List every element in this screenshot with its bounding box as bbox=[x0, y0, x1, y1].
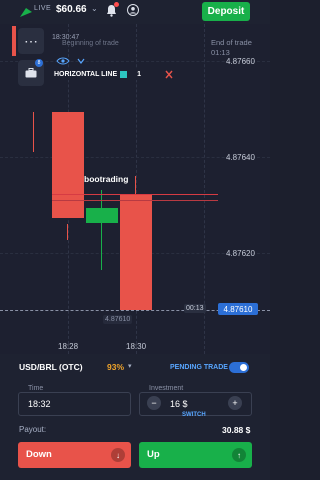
horizontal-line-drawing[interactable] bbox=[52, 200, 218, 201]
switch-currency-button[interactable]: SWITCH bbox=[182, 412, 206, 418]
up-button-label: Up bbox=[147, 449, 160, 460]
price-tick-label: 4.87620 bbox=[226, 249, 255, 258]
end-of-trade-label: End of trade 01:13 bbox=[211, 38, 252, 57]
investment-field-label: Investment bbox=[147, 385, 186, 392]
candle-bullish bbox=[86, 208, 118, 223]
candle-wick bbox=[33, 112, 34, 152]
up-button[interactable]: Up ↑ bbox=[139, 442, 252, 468]
payout-value: 30.88 $ bbox=[222, 425, 251, 435]
countdown-timer: 00:13 bbox=[184, 304, 206, 313]
notification-badge bbox=[114, 2, 119, 7]
time-axis-label: 18:28 bbox=[58, 342, 79, 351]
brand-logo-icon bbox=[20, 8, 32, 17]
price-readout: 4.87610 bbox=[103, 315, 133, 324]
asset-selector[interactable]: USD/BRL (OTC) bbox=[19, 362, 83, 372]
chevron-down-icon[interactable]: ⌄ bbox=[91, 4, 98, 13]
arrow-down-icon: ↓ bbox=[111, 448, 125, 462]
down-button-label: Down bbox=[26, 449, 52, 460]
account-icon[interactable] bbox=[127, 4, 139, 16]
price-tick-label: 4.87660 bbox=[226, 57, 255, 66]
trade-start-label: Beginning of trade bbox=[62, 40, 119, 47]
eye-icon[interactable] bbox=[56, 56, 96, 66]
candle-bearish bbox=[52, 112, 84, 218]
price-tick-label: 4.87640 bbox=[226, 153, 255, 162]
decrease-investment-button[interactable]: − bbox=[147, 396, 161, 410]
horizontal-line-drawing[interactable] bbox=[52, 194, 218, 195]
watermark-text: bootrading bbox=[84, 174, 129, 184]
top-bar: LIVE $60.66 ⌄ Deposit bbox=[0, 0, 270, 24]
price-chart[interactable]: 4.87660 4.87640 4.87620 00:13 4.87610 4.… bbox=[0, 24, 270, 354]
briefcase-icon bbox=[25, 68, 37, 78]
chevron-down-icon[interactable]: ▾ bbox=[128, 362, 132, 370]
time-axis-label: 18:30 bbox=[126, 342, 147, 351]
balance-value[interactable]: $60.66 bbox=[56, 4, 87, 15]
account-mode-label: LIVE bbox=[34, 5, 52, 12]
current-price-tag: 4.87610 bbox=[218, 303, 258, 315]
asset-payout-percent: 93% bbox=[107, 362, 125, 372]
arrow-up-icon: ↑ bbox=[232, 448, 246, 462]
drawing-tool-label: HORIZONTAL LINE 1 bbox=[54, 71, 141, 78]
more-menu-button[interactable]: ⋯ bbox=[18, 28, 44, 54]
pending-trade-toggle[interactable] bbox=[229, 362, 249, 373]
pending-trade-label: PENDING TRADE bbox=[170, 364, 228, 371]
portfolio-count-badge: 8 bbox=[35, 59, 43, 67]
trade-indicator-strip bbox=[12, 26, 16, 56]
more-dots-icon: ⋯ bbox=[24, 32, 38, 49]
time-value: 18:32 bbox=[28, 399, 51, 409]
increase-investment-button[interactable]: + bbox=[228, 396, 242, 410]
payout-label: Payout: bbox=[19, 425, 47, 434]
candle-bearish bbox=[120, 194, 152, 310]
candle-wick bbox=[67, 224, 68, 240]
deposit-button[interactable]: Deposit bbox=[202, 2, 250, 21]
time-field-label: Time bbox=[26, 385, 46, 392]
investment-value: 16 $ bbox=[170, 399, 188, 409]
candle-wick bbox=[101, 190, 102, 270]
down-button[interactable]: Down ↓ bbox=[18, 442, 131, 468]
trade-panel: USD/BRL (OTC) 93% ▾ PENDING TRADE Time 1… bbox=[0, 354, 270, 480]
